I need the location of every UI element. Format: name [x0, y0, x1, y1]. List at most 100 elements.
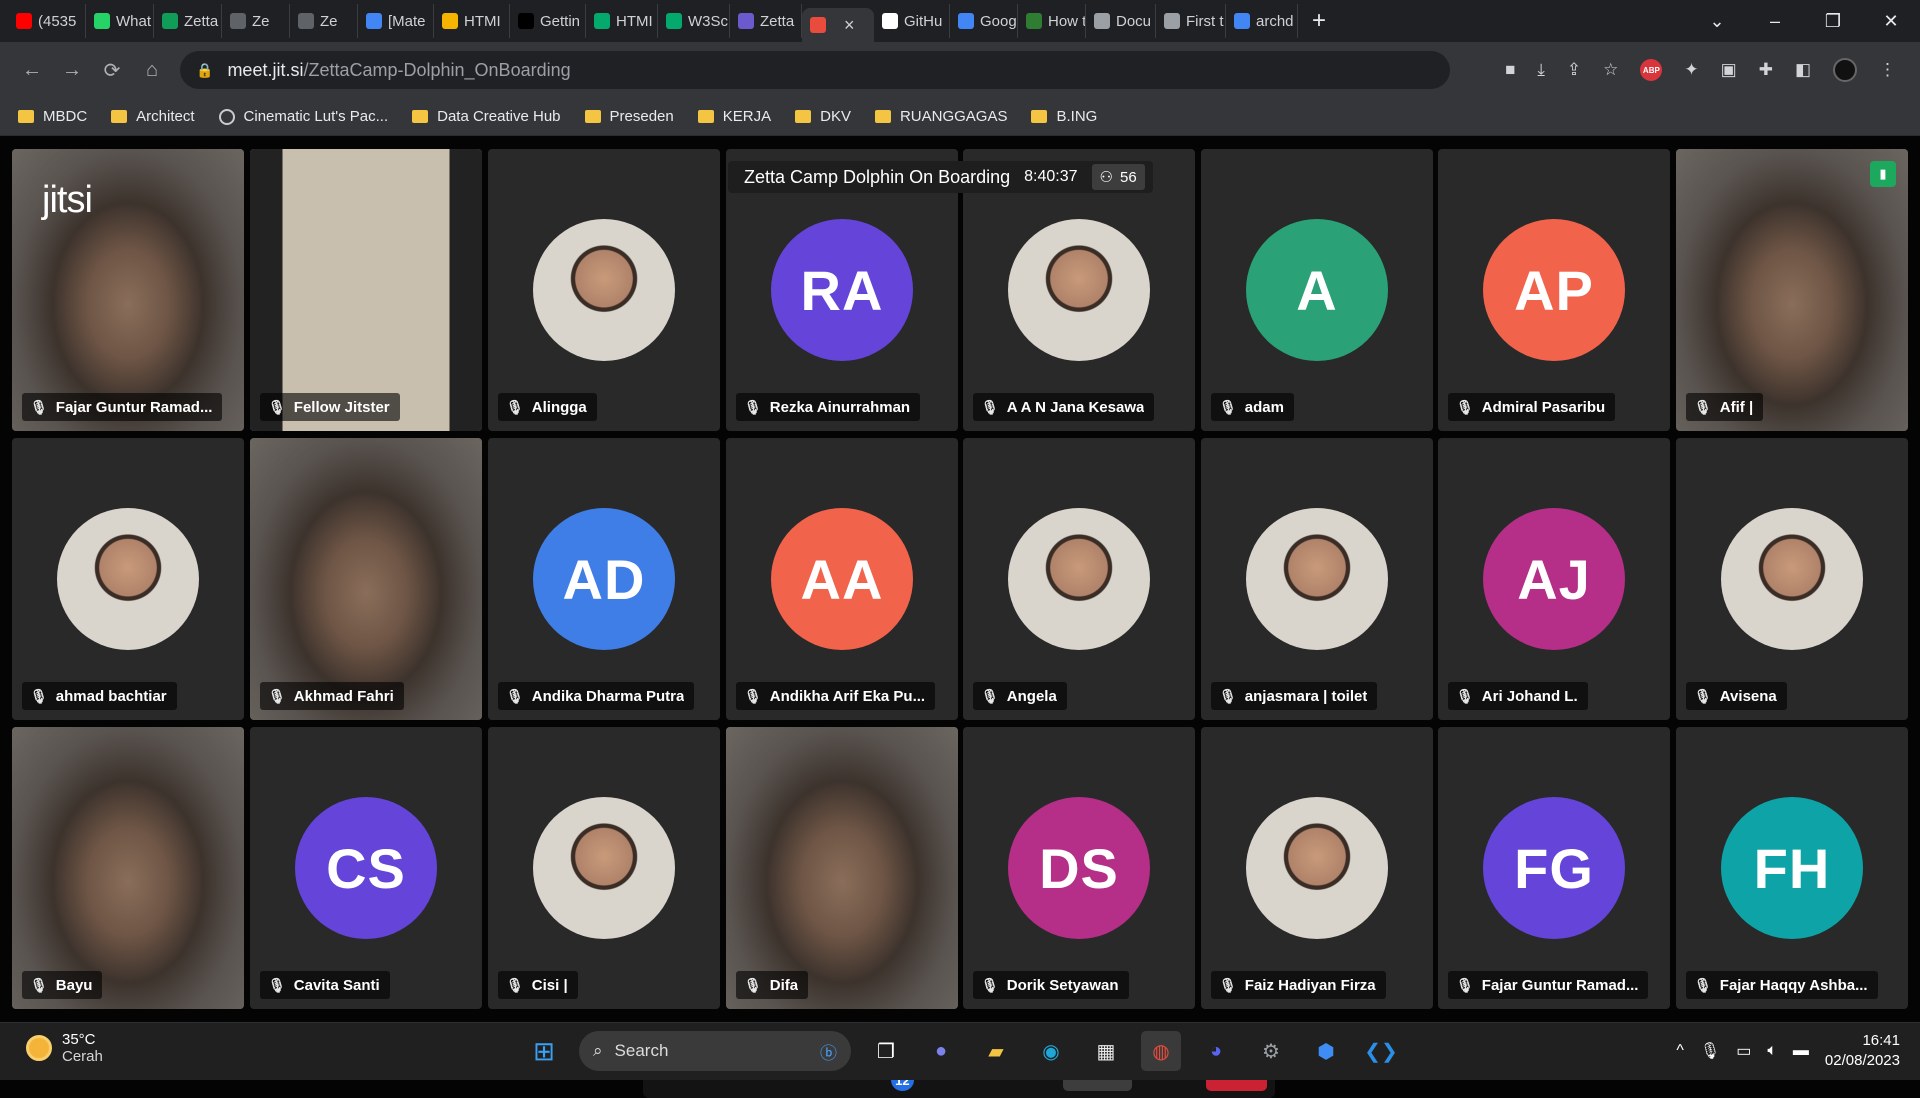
back-icon[interactable]: ← — [12, 59, 52, 82]
browser-tab[interactable]: HTMI — [434, 4, 510, 38]
participant-tile[interactable]: FG 🎙︎ Fajar Guntur Ramad... — [1438, 727, 1670, 1009]
bookmark-item[interactable]: B.ING — [1031, 108, 1097, 125]
extension-window-icon[interactable]: ▣ — [1721, 60, 1737, 80]
browser-tab[interactable]: × — [802, 8, 874, 42]
tab-search-chevron-icon[interactable]: ⌄ — [1688, 11, 1746, 32]
chrome-icon[interactable]: ◍ — [1141, 1031, 1181, 1071]
settings-icon[interactable]: ⚙ — [1251, 1031, 1291, 1071]
camera-permission-icon[interactable]: ■ — [1505, 60, 1515, 80]
browser-tab[interactable]: (4535 — [8, 4, 86, 38]
browser-tab[interactable]: Goog — [950, 4, 1018, 38]
minimize-icon[interactable]: – — [1746, 11, 1804, 32]
bookmark-item[interactable]: Data Creative Hub — [412, 108, 561, 125]
participant-name: Fajar Guntur Ramad... — [55, 398, 213, 416]
clock[interactable]: 16:41 02/08/2023 — [1825, 1031, 1900, 1071]
browser-tab[interactable]: Zetta — [730, 4, 802, 38]
chevron-up-icon[interactable]: ^ — [1676, 1042, 1684, 1060]
bookmark-item[interactable]: Architect — [111, 108, 195, 125]
extensions-puzzle-icon[interactable]: ✚ — [1759, 60, 1773, 80]
w3-icon — [594, 13, 610, 29]
weather-widget[interactable]: 35°C Cerah — [26, 1031, 103, 1065]
sheets-icon — [162, 13, 178, 29]
maximize-icon[interactable]: ❐ — [1804, 11, 1862, 32]
browser-tab[interactable]: How t — [1018, 4, 1086, 38]
install-app-icon[interactable]: ⤓ — [1537, 60, 1545, 80]
participant-tile[interactable]: 🎙︎ Afif | ▮ — [1676, 149, 1908, 431]
participant-tile[interactable]: 🎙︎ Avisena — [1676, 438, 1908, 720]
close-tab-icon[interactable]: × — [844, 15, 855, 36]
jitsi-logo[interactable]: jitsi — [42, 179, 93, 222]
participant-tile[interactable]: AD 🎙︎ Andika Dharma Putra — [488, 438, 720, 720]
browser-tab[interactable]: Ze — [222, 4, 290, 38]
network-icon[interactable]: ▭ — [1736, 1041, 1751, 1061]
connection-indicator-icon[interactable]: ▮ — [1870, 161, 1896, 187]
browser-tab[interactable]: [Mate — [358, 4, 434, 38]
browser-tab[interactable]: Docu — [1086, 4, 1156, 38]
file-explorer-icon[interactable]: ▰ — [976, 1031, 1016, 1071]
participant-tile[interactable]: 🎙︎ Faiz Hadiyan Firza — [1201, 727, 1433, 1009]
participant-count-badge[interactable]: ⚇ 56 — [1091, 164, 1145, 190]
mic-muted-icon: 🎙︎ — [1219, 398, 1237, 415]
vscode-icon[interactable]: ❮❯ — [1361, 1031, 1401, 1071]
participant-tile[interactable]: 🎙︎ Cisi | — [488, 727, 720, 1009]
taskbar-search[interactable]: ⌕ Search ⓑ — [579, 1031, 851, 1071]
browser-tab[interactable]: Zetta — [154, 4, 222, 38]
start-button[interactable]: ⊞ — [524, 1031, 564, 1071]
browser-tab[interactable]: First t — [1156, 4, 1226, 38]
bookmark-item[interactable]: KERJA — [697, 108, 771, 125]
side-panel-icon[interactable]: ◧ — [1795, 60, 1811, 80]
participant-tile[interactable]: AJ 🎙︎ Ari Johand L. — [1438, 438, 1670, 720]
battery-icon[interactable]: ▬ — [1793, 1042, 1809, 1060]
shield-app-icon[interactable]: ⬢ — [1306, 1031, 1346, 1071]
profile-avatar[interactable] — [1833, 58, 1857, 82]
home-icon[interactable]: ⌂ — [132, 59, 172, 82]
participant-tile[interactable]: A 🎙︎ adam — [1201, 149, 1433, 431]
participant-tile[interactable]: 🎙︎ Fajar Guntur Ramad... jitsi — [12, 149, 244, 431]
participant-tile[interactable]: 🎙︎ ahmad bachtiar — [12, 438, 244, 720]
participant-tile[interactable]: DS 🎙︎ Dorik Setyawan — [963, 727, 1195, 1009]
bookmark-item[interactable]: Cinematic Lut's Pac... — [218, 108, 388, 125]
edge-icon[interactable]: ◉ — [1031, 1031, 1071, 1071]
meet-chat-icon[interactable]: ● — [921, 1031, 961, 1071]
bookmark-item[interactable]: MBDC — [18, 108, 87, 125]
forward-icon[interactable]: → — [52, 59, 92, 82]
bookmark-item[interactable]: DKV — [795, 108, 851, 125]
microphone-icon[interactable]: 🎙︎ — [1700, 1041, 1720, 1061]
participant-tile[interactable]: 🎙︎ Angela — [963, 438, 1195, 720]
browser-tab[interactable]: Ze — [290, 4, 358, 38]
browser-tab[interactable]: HTMI — [586, 4, 658, 38]
adblock-icon[interactable]: ABP — [1640, 59, 1663, 81]
participant-tile[interactable]: 🎙︎ Bayu — [12, 727, 244, 1009]
task-view-icon[interactable]: ❐ — [866, 1031, 906, 1071]
extension-bird-icon[interactable]: ✦ — [1684, 60, 1698, 80]
participant-tile[interactable]: AP 🎙︎ Admiral Pasaribu — [1438, 149, 1670, 431]
bookmark-item[interactable]: RUANGGAGAS — [874, 108, 1007, 125]
participant-tile[interactable]: 🎙︎ Akhmad Fahri — [250, 438, 482, 720]
browser-tab[interactable]: Gettin — [510, 4, 586, 38]
browser-tab[interactable]: archd — [1226, 4, 1298, 38]
bookmark-star-icon[interactable]: ☆ — [1603, 60, 1618, 80]
mic-muted-icon: 🎙︎ — [506, 398, 524, 415]
participant-tile[interactable]: 🎙︎ Fellow Jitster — [250, 149, 482, 431]
participant-tile[interactable]: 🎙︎ anjasmara | toilet — [1201, 438, 1433, 720]
participant-tile[interactable]: 🎙︎ Difa — [726, 727, 958, 1009]
participant-tile[interactable]: 🎙︎ Alingga — [488, 149, 720, 431]
share-icon[interactable]: ⇪ — [1567, 60, 1581, 80]
menu-kebab-icon[interactable]: ⋮ — [1879, 60, 1896, 80]
browser-tab[interactable]: W3Sc — [658, 4, 730, 38]
discord-icon[interactable]: ◕ — [1196, 1031, 1236, 1071]
volume-icon[interactable]: 🔈︎ — [1767, 1042, 1777, 1060]
ms-store-icon[interactable]: ▦ — [1086, 1031, 1126, 1071]
close-window-icon[interactable]: ✕ — [1862, 11, 1920, 32]
participant-tile[interactable]: CS 🎙︎ Cavita Santi — [250, 727, 482, 1009]
participant-tile[interactable]: FH 🎙︎ Fajar Haqqy Ashba... — [1676, 727, 1908, 1009]
reload-icon[interactable]: ⟳ — [92, 58, 132, 83]
address-bar[interactable]: 🔒 meet.jit.si/ZettaCamp-Dolphin_OnBoardi… — [180, 51, 1450, 89]
new-tab-button[interactable]: + — [1312, 7, 1326, 35]
bookmark-label: Architect — [136, 108, 195, 125]
participant-avatar: FG — [1483, 797, 1625, 939]
bookmark-item[interactable]: Preseden — [584, 108, 674, 125]
participant-tile[interactable]: AA 🎙︎ Andikha Arif Eka Pu... — [726, 438, 958, 720]
browser-tab[interactable]: What — [86, 4, 154, 38]
browser-tab[interactable]: GitHu — [874, 4, 950, 38]
